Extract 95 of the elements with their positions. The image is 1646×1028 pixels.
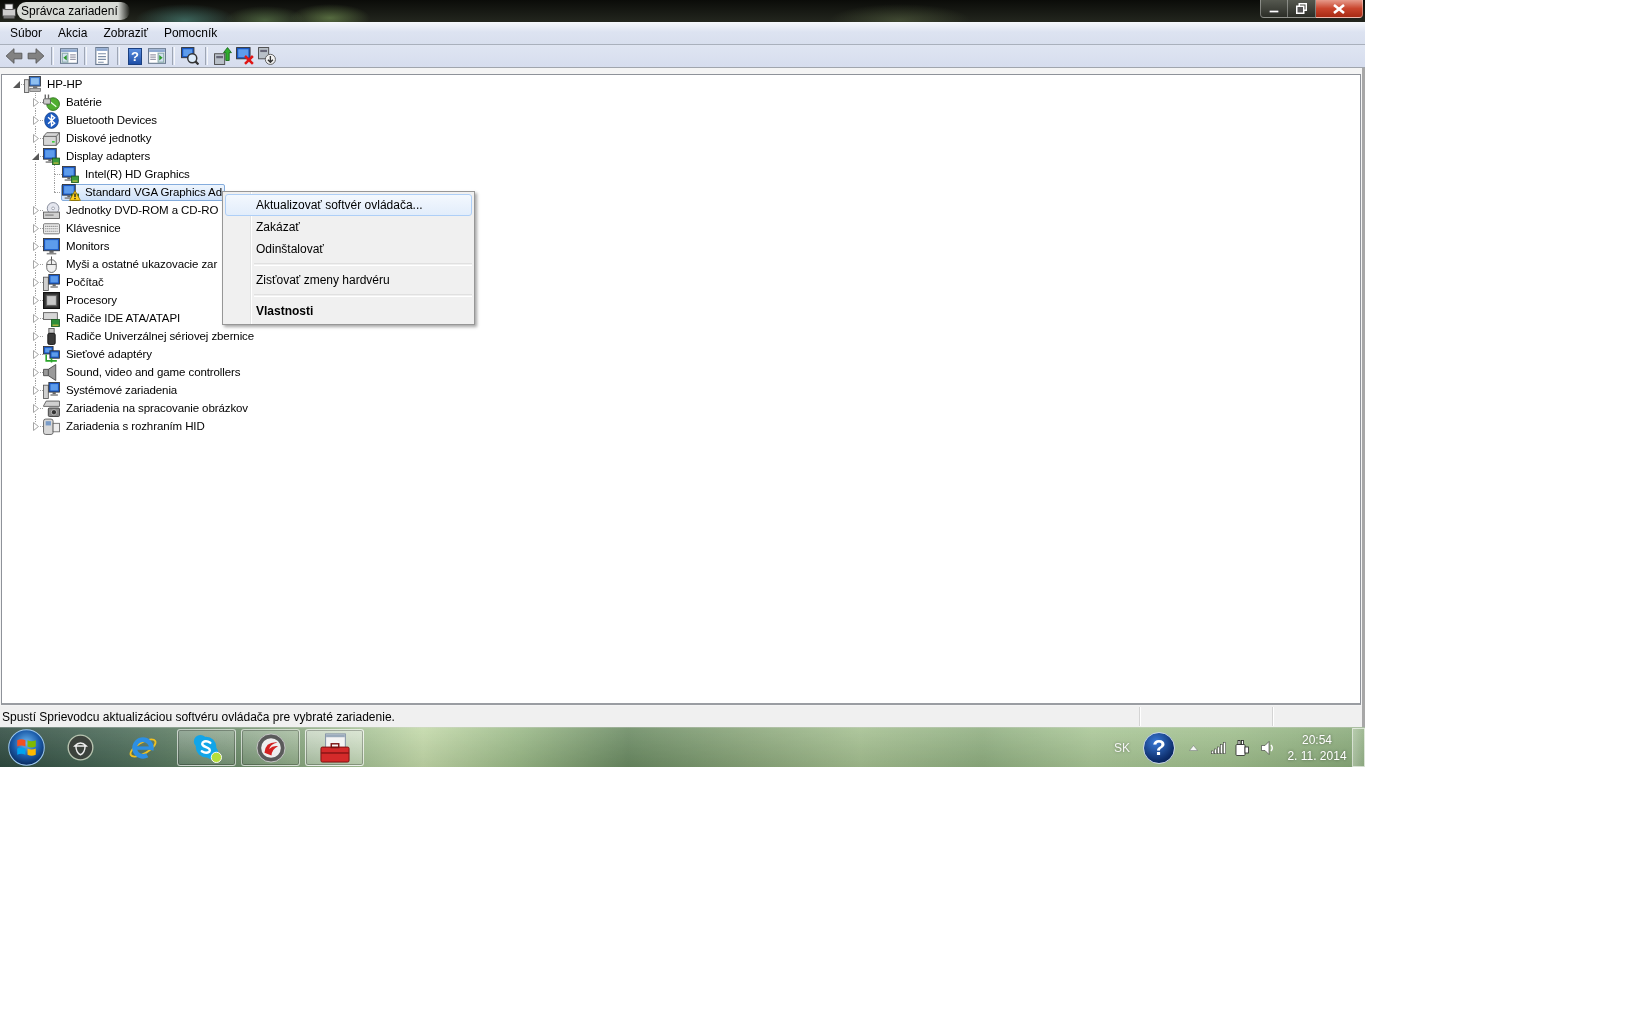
taskbar-button[interactable] [67,734,94,761]
tree-item[interactable]: Radiče IDE ATA/ATAPI [42,309,184,327]
console-tree-button[interactable] [58,46,80,66]
update-driver-button[interactable] [212,46,234,66]
computer-icon [24,75,41,93]
tree-item[interactable]: Sieťové adaptéry [42,345,155,363]
close-button[interactable] [1316,0,1363,18]
action-pane-button[interactable] [146,46,168,66]
plug-icon[interactable] [1235,739,1249,756]
tree-item[interactable]: Sound, video and game controllers [42,363,244,381]
expand-icon[interactable] [31,98,40,107]
network-icon [43,345,60,363]
menu-item[interactable]: Zakázať [225,216,472,238]
bluetooth-icon [43,111,60,129]
computer-icon [43,273,60,291]
restore-button[interactable] [1288,0,1316,18]
menu-item[interactable]: Odinštalovať [225,238,472,260]
expand-icon[interactable] [31,404,40,413]
menu-item[interactable]: Vlastnosti [225,300,472,322]
expand-icon[interactable] [31,134,40,143]
mouse-icon [43,255,60,273]
menu-item[interactable]: Akcia [50,23,96,43]
expand-icon[interactable] [31,206,40,215]
menu-item[interactable]: Súbor [2,23,51,43]
menu-item[interactable]: Zobraziť [95,23,156,43]
expand-icon[interactable] [31,278,40,287]
chip-icon [43,291,60,309]
tree-item[interactable]: Systémové zariadenia [42,381,181,399]
handheld-device-icon [43,417,60,435]
tree-item[interactable]: Počítač [42,273,107,291]
s-bubble-icon [191,732,222,763]
minimize-button[interactable] [1260,0,1288,18]
swirl-icon [255,732,286,763]
toolbox-icon [319,732,350,763]
speaker-icon[interactable] [1261,740,1275,755]
drive-card-icon [43,309,60,327]
tree-item[interactable]: Intel(R) HD Graphics [61,165,193,183]
tree-item[interactable]: Diskové jednotky [42,129,155,147]
scan-button[interactable] [179,46,201,66]
tree-item[interactable]: Bluetooth Devices [42,111,160,129]
tree-item[interactable]: Jednotky DVD-ROM a CD-RO [42,201,222,219]
tree-item[interactable]: Radiče Univerzálnej sériovej zbernice [42,327,258,345]
arrow-right-icon [27,47,45,65]
expand-icon[interactable] [31,368,40,377]
expand-icon[interactable] [31,350,40,359]
tree-item[interactable]: Zariadenia na spracovanie obrázkov [42,399,251,417]
tree-item[interactable]: Procesory [42,291,120,309]
help-button[interactable]: ? [128,47,142,65]
printer-icon [1,3,17,19]
menu-item[interactable]: Aktualizovať softvér ovládača... [225,194,472,216]
disable-button[interactable] [234,46,256,66]
uninstall-button[interactable] [256,46,278,66]
expand-icon[interactable] [31,296,40,305]
expand-icon[interactable] [31,332,40,341]
caret-up-icon[interactable] [1189,744,1198,751]
acorn-icon [67,734,94,761]
tree-item[interactable]: Batérie [42,93,105,111]
disc-drive-icon [43,201,60,219]
status-text: Spustí Sprievodcu aktualizáciou softvéru ovládača pre vybraté zariadenie. [1,709,396,724]
monitor-icon [43,237,60,255]
tree-item[interactable]: Display adapters [42,147,154,165]
expand-icon[interactable] [31,242,40,251]
monitor-card-icon [62,165,79,183]
expand-icon[interactable] [31,422,40,431]
computer-icon [43,381,60,399]
monitor-card-icon [43,147,60,165]
tree-item[interactable]: Klávesnice [42,219,124,237]
expand-icon[interactable] [31,260,40,269]
tree-item[interactable]: Zariadenia s rozhraním HID [42,417,208,435]
minimize-icon [1269,9,1279,13]
help-button[interactable]: ? [1143,731,1175,764]
tree-item[interactable]: Standard VGA Graphics Ad [61,183,225,201]
document-lines-icon [93,47,111,65]
monitor-cross-icon [236,47,254,65]
tree-item[interactable]: Monitors [42,237,113,255]
monitor-magnifier-icon [181,47,199,65]
expand-icon[interactable] [31,116,40,125]
expand-icon[interactable] [31,314,40,323]
signal-bars-icon[interactable] [1211,741,1227,754]
expand-icon[interactable] [31,386,40,395]
menu-item[interactable]: Pomocník [155,23,226,43]
expand-icon[interactable] [31,224,40,233]
device-arrow-up-icon [214,47,232,65]
arrow-left-icon [5,47,23,65]
scanner-camera-icon [43,399,60,417]
orb-flag-icon [8,729,45,766]
disk-drive-icon [43,129,60,147]
tree-item[interactable]: HP-HP [23,75,86,93]
tree-item[interactable]: Myši a ostatné ukazovacie zar [42,255,221,273]
device-arrow-down-icon [258,47,276,65]
close-icon [1333,3,1345,14]
restore-icon [1296,3,1307,14]
window-title: Správca zariadení [17,2,130,20]
battery-plug-icon [43,93,60,111]
menu-item[interactable]: Zisťovať zmeny hardvéru [225,269,472,291]
